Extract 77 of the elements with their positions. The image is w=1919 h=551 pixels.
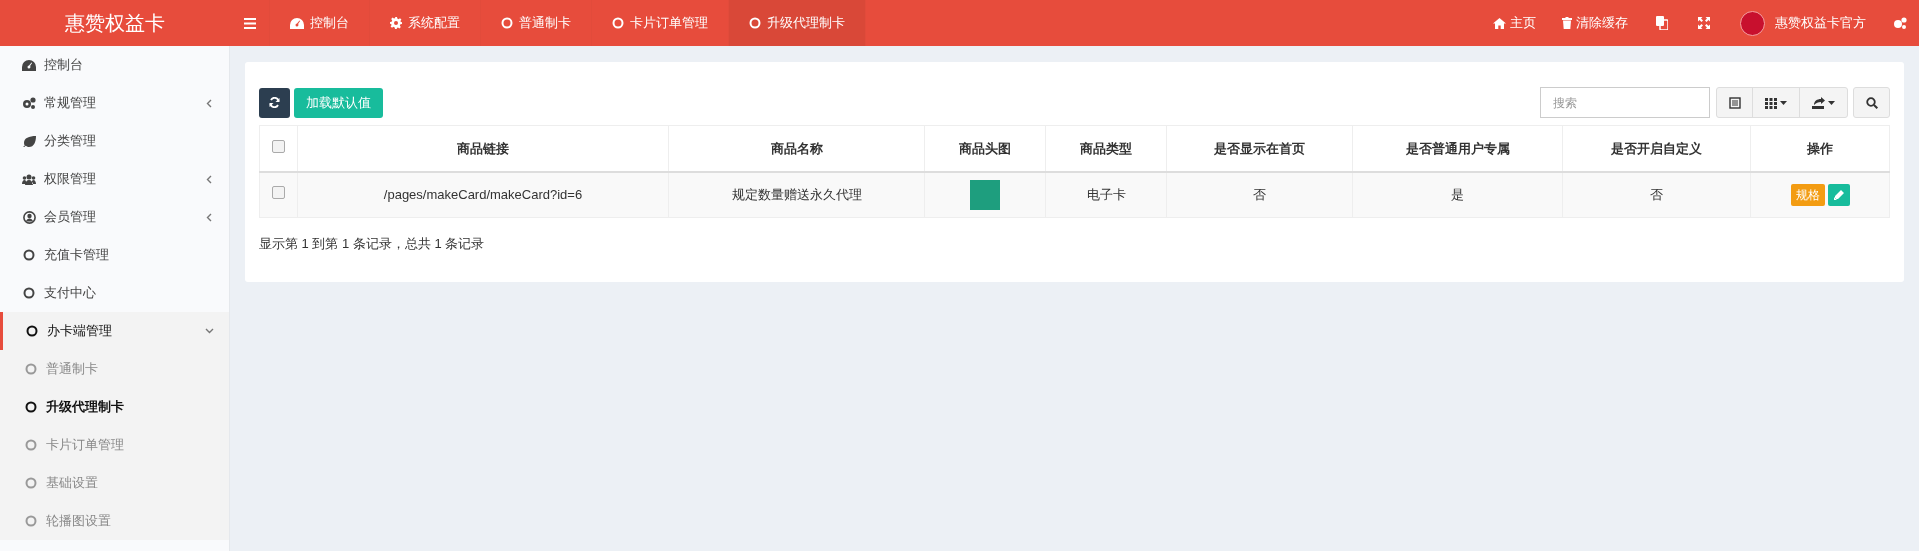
nav-tab[interactable]: 升级代理制卡	[729, 0, 866, 46]
sidebar-item[interactable]: 办卡端管理	[0, 312, 229, 350]
header-link[interactable]: 主页	[1480, 0, 1549, 46]
trash-icon	[1562, 17, 1572, 29]
column-header[interactable]: 是否开启自定义	[1611, 140, 1702, 156]
circle-icon	[22, 249, 36, 261]
circle-icon	[25, 515, 37, 527]
settings-icon	[1893, 17, 1907, 29]
checkbox[interactable]	[272, 139, 285, 153]
caret-icon	[1828, 100, 1835, 105]
header-link[interactable]: 清除缓存	[1549, 0, 1641, 46]
sidebar-item[interactable]: 常规管理	[0, 84, 229, 122]
sidebar-item[interactable]: 分类管理	[0, 122, 229, 160]
user-menu[interactable]: 惠赞权益卡官方	[1725, 0, 1881, 46]
search-icon	[1865, 96, 1878, 109]
search-field[interactable]: 搜索	[1540, 87, 1710, 118]
table-cell: 否	[1253, 187, 1266, 202]
circle-icon	[25, 325, 39, 337]
sidebar-subitem[interactable]: 升级代理制卡	[0, 388, 229, 426]
gears-icon	[22, 97, 36, 109]
translate-icon	[1656, 16, 1668, 30]
sidebar-item[interactable]: 充值卡管理	[0, 236, 229, 274]
caret-icon	[1780, 100, 1787, 105]
sidebar-item[interactable]: 控制台	[0, 46, 229, 84]
product-thumbnail	[970, 179, 1000, 210]
chevron-left-icon	[204, 212, 214, 222]
nav-tab[interactable]: 系统配置	[370, 0, 481, 46]
column-header[interactable]: 商品类型	[1080, 140, 1132, 156]
table-cell: 规定数量赠送永久代理	[731, 187, 862, 202]
column-header[interactable]: 商品名称	[770, 140, 823, 156]
dashboard-icon	[290, 17, 304, 29]
refresh-icon	[269, 97, 280, 108]
table-cell: 是	[1451, 187, 1464, 202]
table-cell: /pages/makeCard/makeCard?id=6	[383, 187, 583, 202]
pencil-icon	[1833, 189, 1844, 200]
fullscreen-icon	[1698, 17, 1710, 29]
sidebar-item[interactable]: 权限管理	[0, 160, 229, 198]
chevron-left-icon	[204, 174, 214, 184]
search-button[interactable]	[1853, 87, 1890, 118]
circle-icon	[25, 439, 37, 451]
nav-tab[interactable]: 控制台	[270, 0, 370, 46]
column-header[interactable]: 操作	[1807, 140, 1833, 156]
circle-icon	[25, 363, 37, 375]
circle-icon	[501, 17, 513, 29]
sidebar-item[interactable]: 会员管理	[0, 198, 229, 236]
column-header[interactable]: 是否普通用户专属	[1405, 140, 1510, 156]
pagination-info: 显示第 1 到第 1 条记录，总共 1 条记录	[259, 235, 486, 253]
circle-icon	[25, 477, 37, 489]
nav-tab[interactable]: 普通制卡	[481, 0, 592, 46]
dashboard-icon	[22, 59, 36, 71]
home-icon	[1493, 17, 1506, 29]
circle-icon	[749, 17, 761, 29]
gear-icon	[390, 17, 402, 29]
circle-icon	[22, 287, 36, 299]
sidebar-item[interactable]: 支付中心	[0, 274, 229, 312]
refresh-button[interactable]	[259, 87, 290, 118]
user-circle-icon	[22, 210, 36, 224]
circle-icon	[25, 401, 37, 413]
edit-button[interactable]	[1827, 183, 1850, 206]
brand-logo-text[interactable]: 惠赞权益卡	[0, 0, 230, 46]
list-icon	[1728, 96, 1741, 109]
table-cell: 电子卡	[1086, 187, 1126, 202]
column-header[interactable]: 商品链接	[457, 140, 509, 156]
table-cell: 否	[1650, 187, 1663, 202]
leaf-icon	[22, 135, 36, 147]
chevron-left-icon	[204, 98, 214, 108]
grid-icon	[1765, 96, 1777, 109]
circle-icon	[612, 17, 624, 29]
column-header[interactable]: 商品头图	[959, 140, 1011, 156]
checkbox[interactable]	[272, 186, 285, 199]
export-icon	[1812, 96, 1825, 109]
users-icon	[22, 173, 36, 185]
avatar	[1740, 10, 1765, 36]
chevron-down-icon	[204, 328, 214, 334]
table-tools-button-group[interactable]	[1716, 87, 1848, 118]
menu-icon	[243, 17, 256, 29]
column-header[interactable]: 是否显示在首页	[1214, 140, 1305, 156]
